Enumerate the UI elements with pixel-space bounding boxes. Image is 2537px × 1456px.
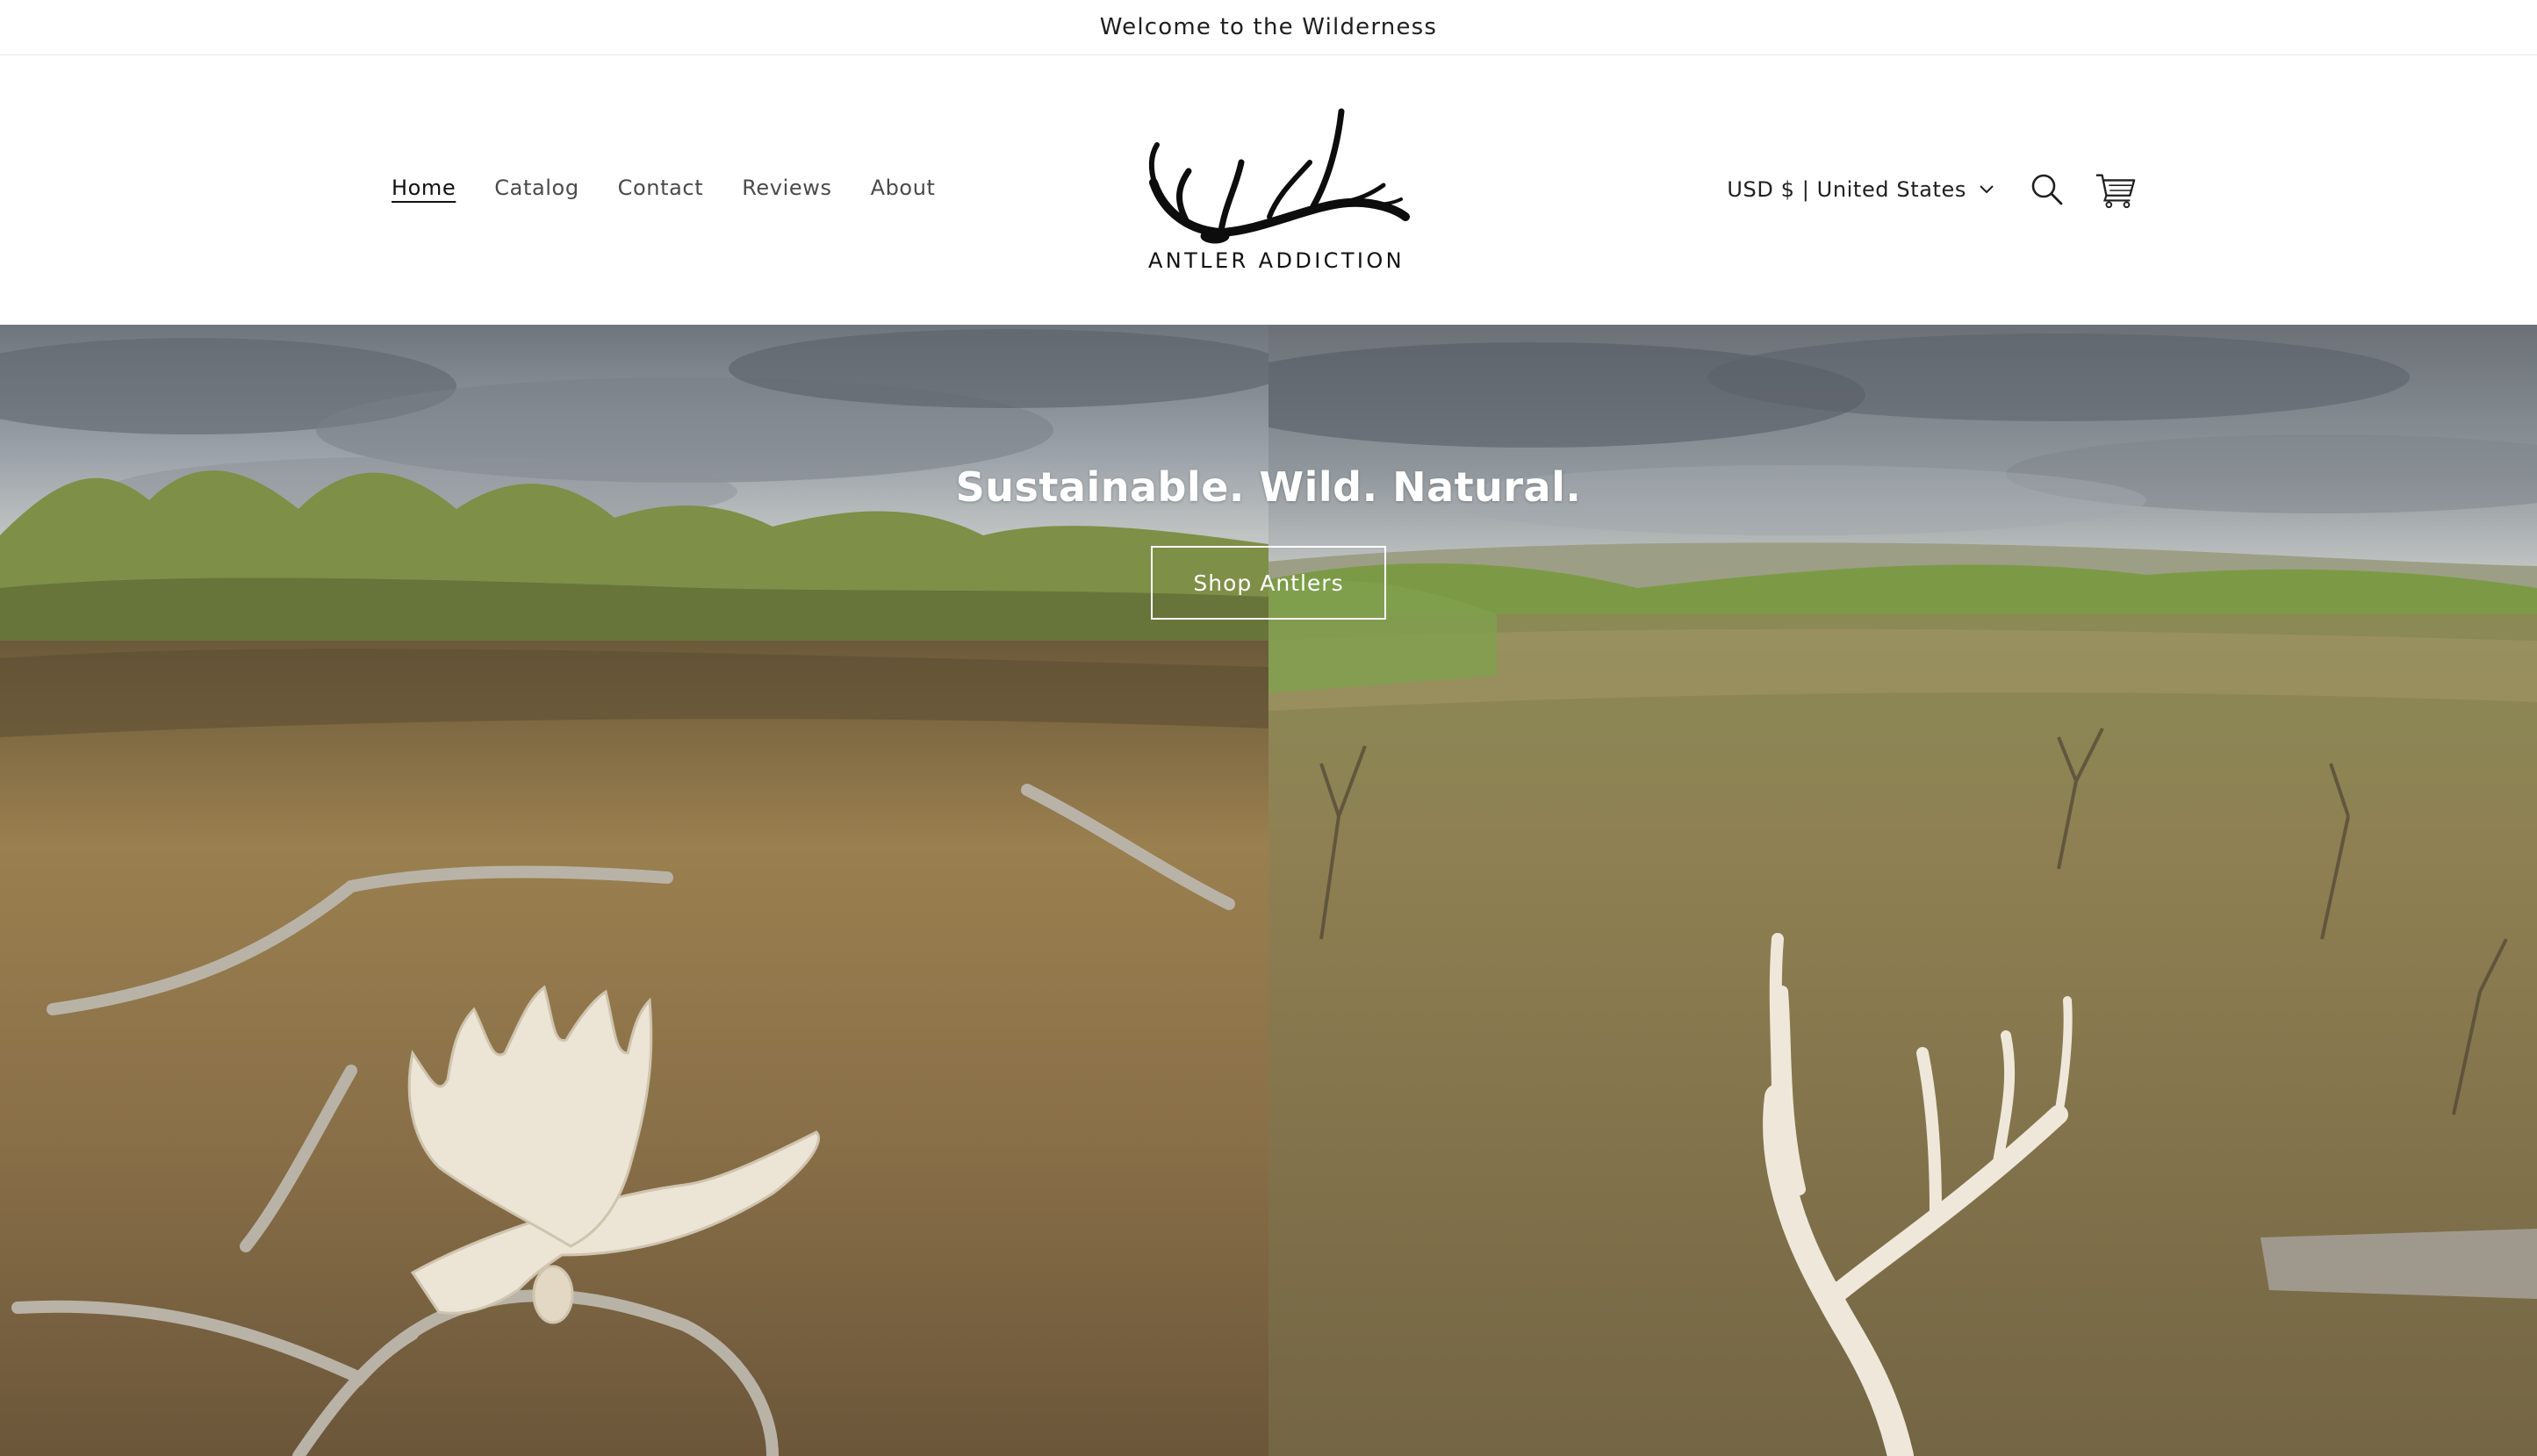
- announcement-bar: Welcome to the Wilderness: [0, 0, 2537, 55]
- currency-selector[interactable]: USD $ | United States: [1727, 177, 1994, 202]
- elk-antler-logo: [1148, 108, 1410, 244]
- nav-about[interactable]: About: [871, 176, 936, 200]
- hero-content: Sustainable. Wild. Natural. Shop Antlers: [0, 463, 2537, 620]
- nav-home[interactable]: Home: [392, 176, 456, 200]
- chevron-down-icon: [1980, 185, 1994, 194]
- nav-catalog[interactable]: Catalog: [494, 176, 579, 200]
- site-header: Home Catalog Contact Reviews About ANTLE…: [0, 56, 2537, 324]
- main-nav: Home Catalog Contact Reviews About: [392, 176, 936, 200]
- cart-button[interactable]: [2095, 169, 2137, 211]
- logo-text: ANTLER ADDICTION: [1147, 248, 1405, 273]
- announcement-text: Welcome to the Wilderness: [1099, 14, 1438, 40]
- nav-contact[interactable]: Contact: [618, 176, 704, 200]
- nav-reviews[interactable]: Reviews: [742, 176, 831, 200]
- header-utilities: USD $ | United States: [1727, 169, 2137, 211]
- cart-icon: [2095, 174, 2136, 209]
- site-logo[interactable]: ANTLER ADDICTION: [1138, 108, 1415, 283]
- hero-heading: Sustainable. Wild. Natural.: [955, 463, 1582, 511]
- search-button[interactable]: [2026, 169, 2068, 211]
- currency-label: USD $ | United States: [1727, 177, 1966, 202]
- search-icon: [2031, 174, 2063, 205]
- hero-banner: Sustainable. Wild. Natural. Shop Antlers: [0, 325, 2537, 1456]
- shop-antlers-button[interactable]: Shop Antlers: [1151, 546, 1386, 620]
